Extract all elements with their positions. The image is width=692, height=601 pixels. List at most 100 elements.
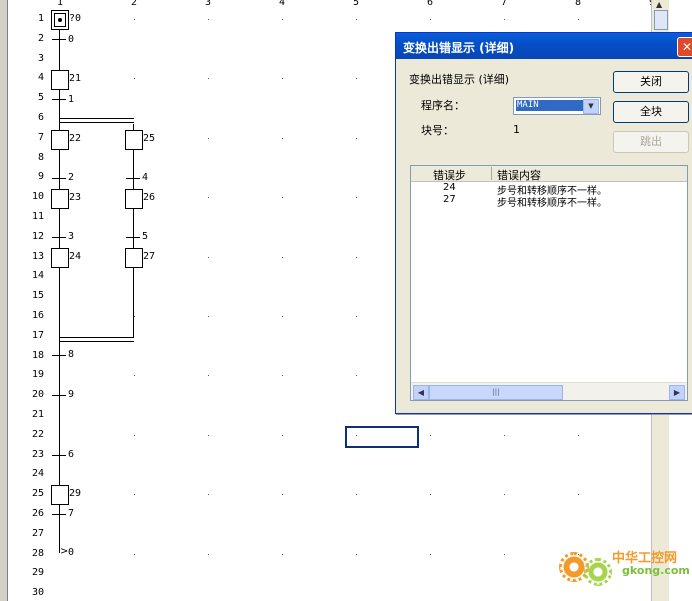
transition-7[interactable]	[52, 514, 66, 515]
grid-dot	[282, 434, 283, 436]
row-number: 5	[37, 92, 44, 104]
divergence-line-bottom	[59, 122, 134, 123]
list-item[interactable]: 24 步号和转移顺序不一样。	[411, 182, 687, 197]
gkong-logo: 中华工控网 gkong.com	[556, 544, 690, 586]
grid-dot	[504, 434, 505, 436]
step-21[interactable]	[51, 70, 69, 90]
initial-step-label: ?0	[69, 13, 82, 24]
transition-4[interactable]	[126, 178, 140, 179]
step-label: 22	[69, 133, 82, 144]
row-number: 2	[37, 32, 44, 44]
grid-dot	[134, 316, 135, 317]
close-button[interactable]: 关闭	[613, 71, 689, 93]
row-number: 20	[31, 389, 44, 401]
row-number: 18	[31, 349, 44, 361]
column-header-step[interactable]: 错误步	[433, 167, 466, 183]
error-list[interactable]: 错误步 错误内容 24 步号和转移顺序不一样。 27 步号和转移顺序不一样。 ◀…	[410, 165, 688, 401]
step-label: 25	[143, 133, 156, 144]
row-number: 25	[31, 488, 44, 500]
scroll-right-icon[interactable]: ▶	[669, 385, 685, 400]
dialog-titlebar[interactable]: 变换出错显示 (详细) ✕	[396, 33, 692, 59]
row-number: 11	[31, 211, 44, 222]
transition-3[interactable]	[52, 237, 66, 238]
dialog-heading: 变换出错显示 (详细)	[409, 73, 510, 86]
program-name-select[interactable]: MAIN ▼	[513, 97, 601, 115]
step-27[interactable]	[125, 248, 143, 268]
all-blocks-button[interactable]: 全块	[613, 101, 689, 123]
grid-dot	[208, 137, 209, 139]
list-item[interactable]: 27 步号和转移顺序不一样。	[411, 194, 687, 209]
grid-dot	[134, 553, 135, 555]
row-number: 9	[37, 171, 44, 183]
row-number: 16	[31, 310, 44, 321]
transition-9[interactable]	[52, 395, 66, 396]
grid-dot	[430, 553, 431, 555]
transition-1[interactable]	[52, 99, 66, 100]
grid-dot	[282, 494, 283, 496]
grid-dot	[134, 78, 135, 80]
editor-left-margin	[0, 0, 8, 601]
initial-step[interactable]	[51, 10, 69, 30]
scroll-up-icon[interactable]: ▲	[656, 0, 662, 9]
grid-dot	[578, 494, 579, 496]
row-number: 28	[31, 547, 44, 559]
row-number: 15	[31, 290, 44, 302]
column-number: 4	[279, 0, 286, 8]
grid-dot	[134, 494, 135, 496]
grid-dot	[282, 137, 283, 139]
grid-dot	[208, 256, 209, 258]
grid-dot	[208, 197, 209, 199]
horizontal-scrollbar[interactable]: ◀ ||| ▶	[411, 382, 687, 400]
grid-dot	[356, 553, 357, 555]
row-number: 14	[31, 270, 44, 282]
step-23[interactable]	[51, 189, 69, 209]
column-number: 5	[353, 0, 360, 8]
step-label: 21	[69, 73, 82, 84]
grid-dot	[282, 78, 283, 80]
grid-dot	[282, 197, 283, 199]
transition-label: 8	[68, 349, 75, 360]
scrollbar-thumb[interactable]	[654, 10, 668, 30]
grid-dot	[356, 316, 357, 317]
scroll-left-icon[interactable]: ◀	[413, 385, 429, 400]
grid-dot	[208, 316, 209, 317]
cell-cursor[interactable]	[345, 426, 419, 448]
hscroll-thumb[interactable]: |||	[429, 385, 563, 400]
grid-dot	[282, 316, 283, 317]
step-24[interactable]	[51, 248, 69, 268]
row-number: 3	[37, 52, 44, 64]
column-number: 1	[57, 0, 64, 8]
step-22[interactable]	[51, 130, 69, 150]
transition-label: 2	[68, 172, 75, 183]
convergence-line-bottom	[59, 341, 134, 342]
row-number: 6	[37, 112, 44, 123]
conversion-error-dialog[interactable]: 变换出错显示 (详细) ✕ 变换出错显示 (详细) 程序名： MAIN ▼ 块号…	[395, 32, 692, 414]
jump-button[interactable]: 跳出	[613, 131, 689, 153]
row-number: 8	[37, 151, 44, 163]
grid-dot	[282, 553, 283, 555]
step-26[interactable]	[125, 189, 143, 209]
column-header-content[interactable]: 错误内容	[497, 167, 541, 183]
grid-dot	[578, 434, 579, 436]
convergence-line-top	[59, 337, 134, 338]
step-25[interactable]	[125, 130, 143, 150]
transition-8[interactable]	[52, 355, 66, 356]
grid-dot	[504, 494, 505, 496]
transition-6[interactable]	[52, 455, 66, 456]
transition-2[interactable]	[52, 178, 66, 179]
step-label: 29	[69, 488, 82, 499]
transition-0[interactable]	[52, 39, 66, 40]
transition-label: 5	[142, 231, 149, 242]
row-number: 19	[31, 369, 44, 381]
transition-label: 7	[68, 508, 75, 519]
chevron-down-icon[interactable]: ▼	[583, 99, 599, 114]
row-number: 30	[31, 587, 44, 599]
program-name-label: 程序名：	[421, 99, 465, 112]
step-29[interactable]	[51, 485, 69, 505]
grid-dot	[356, 78, 357, 80]
transition-5[interactable]	[126, 237, 140, 238]
close-icon[interactable]: ✕	[677, 37, 692, 57]
grid-dot	[356, 494, 357, 496]
column-separator[interactable]	[491, 167, 492, 180]
row-number: 10	[31, 191, 44, 203]
